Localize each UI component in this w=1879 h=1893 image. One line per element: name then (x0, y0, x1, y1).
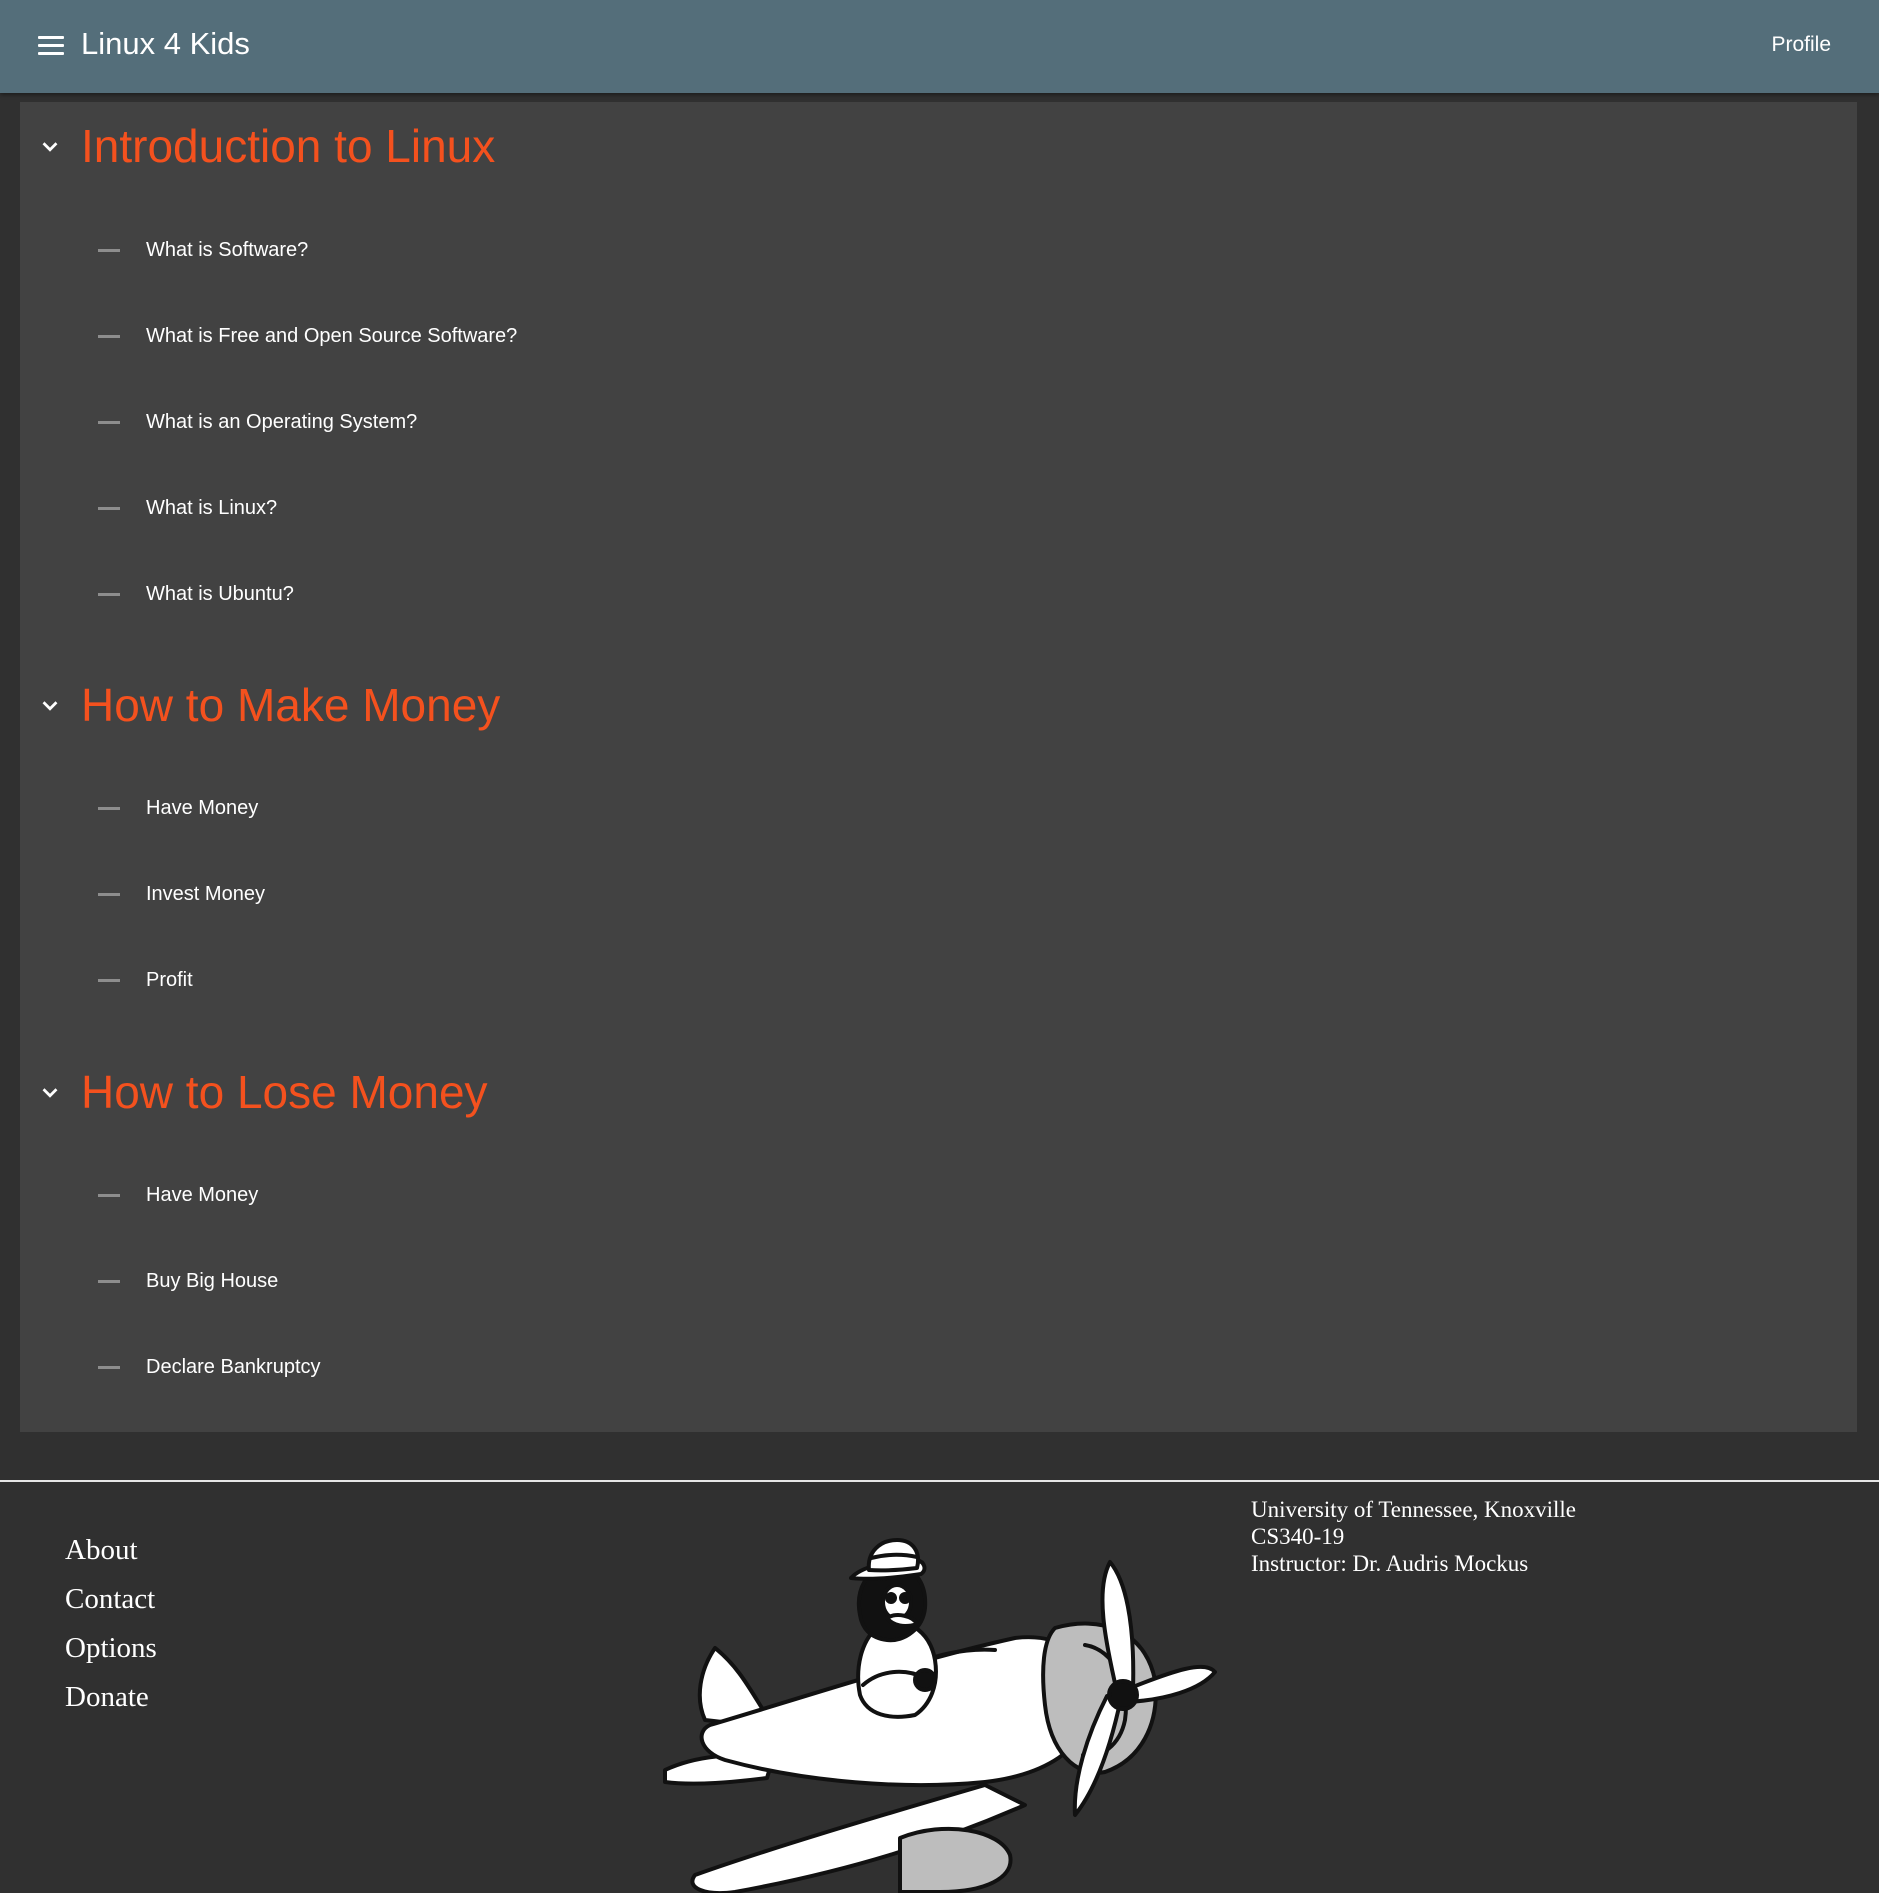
dash-icon (98, 1194, 120, 1197)
top-app-bar: Linux 4 Kids Profile (0, 0, 1879, 93)
list-item[interactable]: What is Software? (98, 232, 698, 268)
footer-link-donate[interactable]: Donate (65, 1673, 157, 1722)
dash-icon (98, 421, 120, 424)
list-item[interactable]: Have Money (98, 1177, 698, 1213)
list-item[interactable]: Profit (98, 962, 698, 998)
dash-icon (98, 249, 120, 252)
list-item-label: What is Software? (146, 239, 309, 261)
list-item[interactable]: What is an Operating System? (98, 404, 698, 440)
footer-instructor: Instructor: Dr. Audris Mockus (1251, 1551, 1529, 1576)
footer-course-code: CS340-19 (1251, 1524, 1345, 1549)
list-item-label: Profit (146, 969, 193, 991)
dash-icon (98, 335, 120, 338)
dash-icon (98, 1280, 120, 1283)
section-title: How to Make Money (81, 679, 501, 731)
section-title: How to Lose Money (81, 1066, 488, 1118)
footer-divider (0, 1480, 1879, 1482)
list-item-label: What is Free and Open Source Software? (146, 325, 518, 347)
list-item[interactable]: Have Money (98, 790, 698, 826)
profile-link[interactable]: Profile (1771, 31, 1831, 59)
chevron-down-icon (42, 701, 58, 711)
dash-icon (98, 807, 120, 810)
list-item-label: Invest Money (146, 883, 265, 905)
list-item[interactable]: Invest Money (98, 876, 698, 912)
section-header-introduction-to-linux[interactable]: Introduction to Linux (20, 116, 720, 176)
list-item-label: What is an Operating System? (146, 411, 418, 433)
lesson-list-card: Introduction to Linux What is Software? … (20, 102, 1857, 1432)
list-item-label: Declare Bankruptcy (146, 1356, 321, 1378)
chevron-down-icon (42, 142, 58, 152)
list-item-label: Buy Big House (146, 1270, 279, 1292)
hamburger-menu-icon[interactable] (36, 34, 66, 58)
dash-icon (98, 593, 120, 596)
list-item-label: What is Ubuntu? (146, 583, 294, 605)
footer-university: University of Tennessee, Knoxville (1251, 1497, 1577, 1522)
section-header-how-to-lose-money[interactable]: How to Lose Money (20, 1062, 720, 1122)
footer-course-info: University of Tennessee, Knoxville CS340… (1251, 1496, 1576, 1577)
list-item[interactable]: Declare Bankruptcy (98, 1349, 698, 1385)
list-item-label: Have Money (146, 1184, 259, 1206)
section-header-how-to-make-money[interactable]: How to Make Money (20, 675, 720, 735)
dash-icon (98, 1366, 120, 1369)
footer-nav: About Contact Options Donate (65, 1526, 157, 1722)
footer-link-options[interactable]: Options (65, 1624, 157, 1673)
footer-link-contact[interactable]: Contact (65, 1575, 157, 1624)
list-item-label: What is Linux? (146, 497, 278, 519)
penguin-pilot-airplane-illustration (663, 1538, 1217, 1893)
section-title: Introduction to Linux (81, 120, 496, 172)
list-item-label: Have Money (146, 797, 259, 819)
dash-icon (98, 979, 120, 982)
app-title: Linux 4 Kids (81, 26, 250, 61)
dash-icon (98, 507, 120, 510)
footer-link-about[interactable]: About (65, 1526, 157, 1575)
chevron-down-icon (42, 1088, 58, 1098)
list-item[interactable]: What is Ubuntu? (98, 576, 698, 612)
list-item[interactable]: What is Linux? (98, 490, 698, 526)
list-item[interactable]: What is Free and Open Source Software? (98, 318, 698, 354)
dash-icon (98, 893, 120, 896)
list-item[interactable]: Buy Big House (98, 1263, 698, 1299)
